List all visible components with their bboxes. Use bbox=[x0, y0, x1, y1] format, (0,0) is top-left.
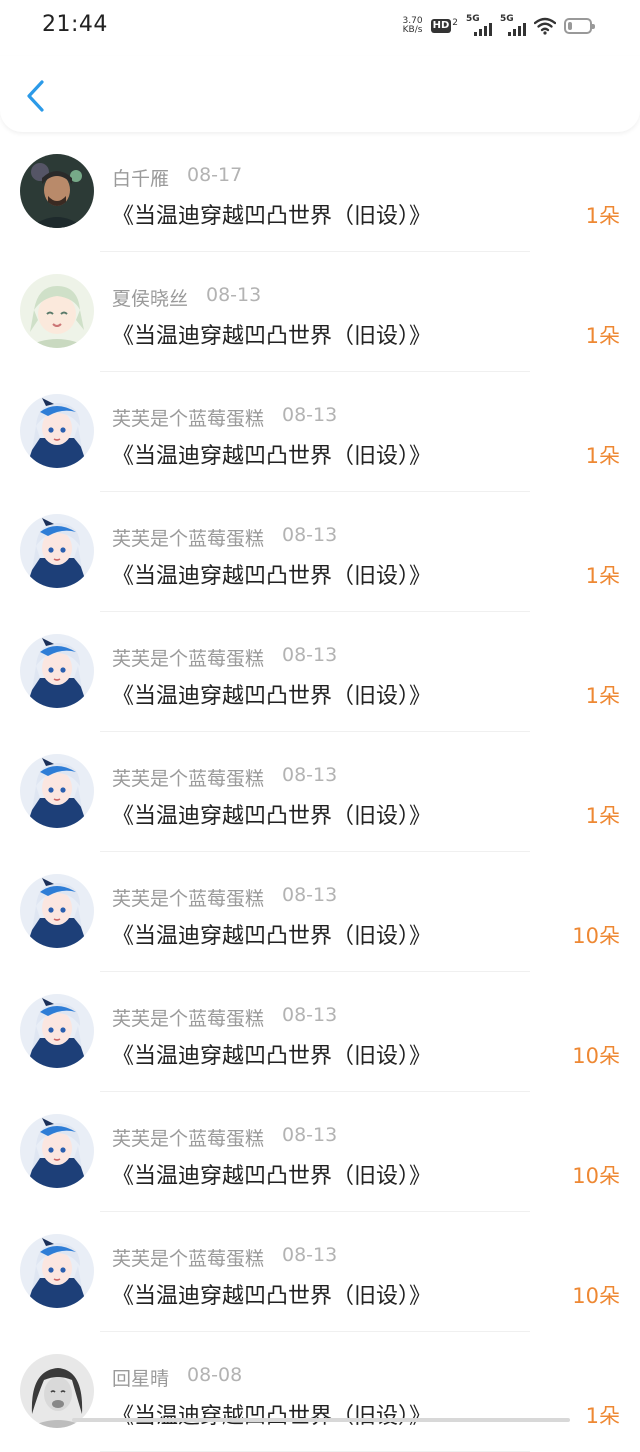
avatar[interactable] bbox=[20, 634, 94, 708]
wifi-icon bbox=[534, 17, 556, 35]
signal-icon-sim2: 5G bbox=[500, 16, 526, 36]
sim2-generation: 5G bbox=[500, 14, 514, 24]
flower-amount: 1朵 bbox=[586, 560, 620, 590]
user-name: 夏侯晓丝 bbox=[112, 284, 188, 311]
avatar[interactable] bbox=[20, 154, 94, 228]
flower-amount: 10朵 bbox=[572, 1040, 620, 1070]
flower-amount: 1朵 bbox=[586, 800, 620, 830]
user-name: 芙芙是个蓝莓蛋糕 bbox=[112, 644, 264, 671]
status-time: 21:44 bbox=[42, 12, 108, 37]
record-date: 08-13 bbox=[282, 1004, 337, 1026]
list-item[interactable]: 芙芙是个蓝莓蛋糕 08-13 《当温迪穿越凹凸世界（旧设）》 1朵 bbox=[0, 612, 640, 732]
user-name: 芙芙是个蓝莓蛋糕 bbox=[112, 524, 264, 551]
hd-sub: 2 bbox=[452, 19, 458, 28]
record-date: 08-13 bbox=[282, 884, 337, 906]
user-name: 芙芙是个蓝莓蛋糕 bbox=[112, 1124, 264, 1151]
list-item[interactable]: 芙芙是个蓝莓蛋糕 08-13 《当温迪穿越凹凸世界（旧设）》 10朵 bbox=[0, 1092, 640, 1212]
reward-list: 白千雁 08-17 《当温迪穿越凹凸世界（旧设）》 1朵 夏侯晓丝 08-13 … bbox=[0, 132, 640, 1452]
user-name: 白千雁 bbox=[112, 164, 169, 191]
network-speed-unit: KB/s bbox=[403, 26, 423, 35]
list-item[interactable]: 芙芙是个蓝莓蛋糕 08-13 《当温迪穿越凹凸世界（旧设）》 1朵 bbox=[0, 492, 640, 612]
top-nav-bar bbox=[0, 56, 640, 132]
list-item[interactable]: 芙芙是个蓝莓蛋糕 08-13 《当温迪穿越凹凸世界（旧设）》 1朵 bbox=[0, 732, 640, 852]
home-indicator bbox=[72, 1418, 570, 1422]
flower-amount: 1朵 bbox=[586, 1400, 620, 1430]
book-title: 《当温迪穿越凹凸世界（旧设）》 bbox=[112, 1038, 431, 1070]
user-name: 芙芙是个蓝莓蛋糕 bbox=[112, 884, 264, 911]
avatar[interactable] bbox=[20, 1234, 94, 1308]
book-title: 《当温迪穿越凹凸世界（旧设）》 bbox=[112, 558, 431, 590]
hd-icon: HD 2 bbox=[431, 19, 458, 33]
avatar[interactable] bbox=[20, 274, 94, 348]
record-date: 08-08 bbox=[187, 1364, 242, 1386]
record-date: 08-13 bbox=[282, 764, 337, 786]
book-title: 《当温迪穿越凹凸世界（旧设）》 bbox=[112, 798, 431, 830]
hd-label: HD bbox=[431, 19, 452, 33]
avatar[interactable] bbox=[20, 514, 94, 588]
list-item[interactable]: 回星晴 08-08 《当温迪穿越凹凸世界（旧设）》 1朵 bbox=[0, 1332, 640, 1452]
flower-amount: 1朵 bbox=[586, 440, 620, 470]
book-title: 《当温迪穿越凹凸世界（旧设）》 bbox=[112, 438, 431, 470]
record-date: 08-13 bbox=[282, 1124, 337, 1146]
user-name: 芙芙是个蓝莓蛋糕 bbox=[112, 1244, 264, 1271]
record-date: 08-13 bbox=[282, 524, 337, 546]
list-item[interactable]: 白千雁 08-17 《当温迪穿越凹凸世界（旧设）》 1朵 bbox=[0, 132, 640, 252]
avatar[interactable] bbox=[20, 994, 94, 1068]
book-title: 《当温迪穿越凹凸世界（旧设）》 bbox=[112, 318, 431, 350]
book-title: 《当温迪穿越凹凸世界（旧设）》 bbox=[112, 198, 431, 230]
book-title: 《当温迪穿越凹凸世界（旧设）》 bbox=[112, 678, 431, 710]
avatar[interactable] bbox=[20, 754, 94, 828]
book-title: 《当温迪穿越凹凸世界（旧设）》 bbox=[112, 1278, 431, 1310]
avatar[interactable] bbox=[20, 1114, 94, 1188]
book-title: 《当温迪穿越凹凸世界（旧设）》 bbox=[112, 918, 431, 950]
book-title: 《当温迪穿越凹凸世界（旧设）》 bbox=[112, 1158, 431, 1190]
flower-amount: 1朵 bbox=[586, 200, 620, 230]
avatar[interactable] bbox=[20, 394, 94, 468]
flower-amount: 10朵 bbox=[572, 1280, 620, 1310]
network-speed: 3.70 KB/s bbox=[403, 17, 423, 35]
record-date: 08-13 bbox=[282, 404, 337, 426]
list-item[interactable]: 芙芙是个蓝莓蛋糕 08-13 《当温迪穿越凹凸世界（旧设）》 10朵 bbox=[0, 852, 640, 972]
list-item[interactable]: 芙芙是个蓝莓蛋糕 08-13 《当温迪穿越凹凸世界（旧设）》 1朵 bbox=[0, 372, 640, 492]
avatar[interactable] bbox=[20, 874, 94, 948]
flower-amount: 1朵 bbox=[586, 680, 620, 710]
user-name: 芙芙是个蓝莓蛋糕 bbox=[112, 764, 264, 791]
record-date: 08-13 bbox=[282, 1244, 337, 1266]
record-date: 08-13 bbox=[206, 284, 261, 306]
battery-icon bbox=[564, 18, 592, 34]
list-item[interactable]: 芙芙是个蓝莓蛋糕 08-13 《当温迪穿越凹凸世界（旧设）》 10朵 bbox=[0, 972, 640, 1092]
list-item[interactable]: 夏侯晓丝 08-13 《当温迪穿越凹凸世界（旧设）》 1朵 bbox=[0, 252, 640, 372]
status-icons: 3.70 KB/s HD 2 5G 5G bbox=[403, 14, 592, 38]
record-date: 08-13 bbox=[282, 644, 337, 666]
back-button[interactable] bbox=[18, 76, 52, 116]
chevron-left-icon bbox=[24, 79, 46, 113]
record-date: 08-17 bbox=[187, 164, 242, 186]
user-name: 芙芙是个蓝莓蛋糕 bbox=[112, 1004, 264, 1031]
status-bar: 21:44 3.70 KB/s HD 2 5G 5G bbox=[0, 0, 640, 56]
user-name: 芙芙是个蓝莓蛋糕 bbox=[112, 404, 264, 431]
list-item[interactable]: 芙芙是个蓝莓蛋糕 08-13 《当温迪穿越凹凸世界（旧设）》 10朵 bbox=[0, 1212, 640, 1332]
signal-icon-sim1: 5G bbox=[466, 16, 492, 36]
sim1-generation: 5G bbox=[466, 14, 480, 24]
user-name: 回星晴 bbox=[112, 1364, 169, 1391]
book-title: 《当温迪穿越凹凸世界（旧设）》 bbox=[112, 1398, 431, 1430]
avatar[interactable] bbox=[20, 1354, 94, 1428]
flower-amount: 10朵 bbox=[572, 920, 620, 950]
flower-amount: 1朵 bbox=[586, 320, 620, 350]
flower-amount: 10朵 bbox=[572, 1160, 620, 1190]
